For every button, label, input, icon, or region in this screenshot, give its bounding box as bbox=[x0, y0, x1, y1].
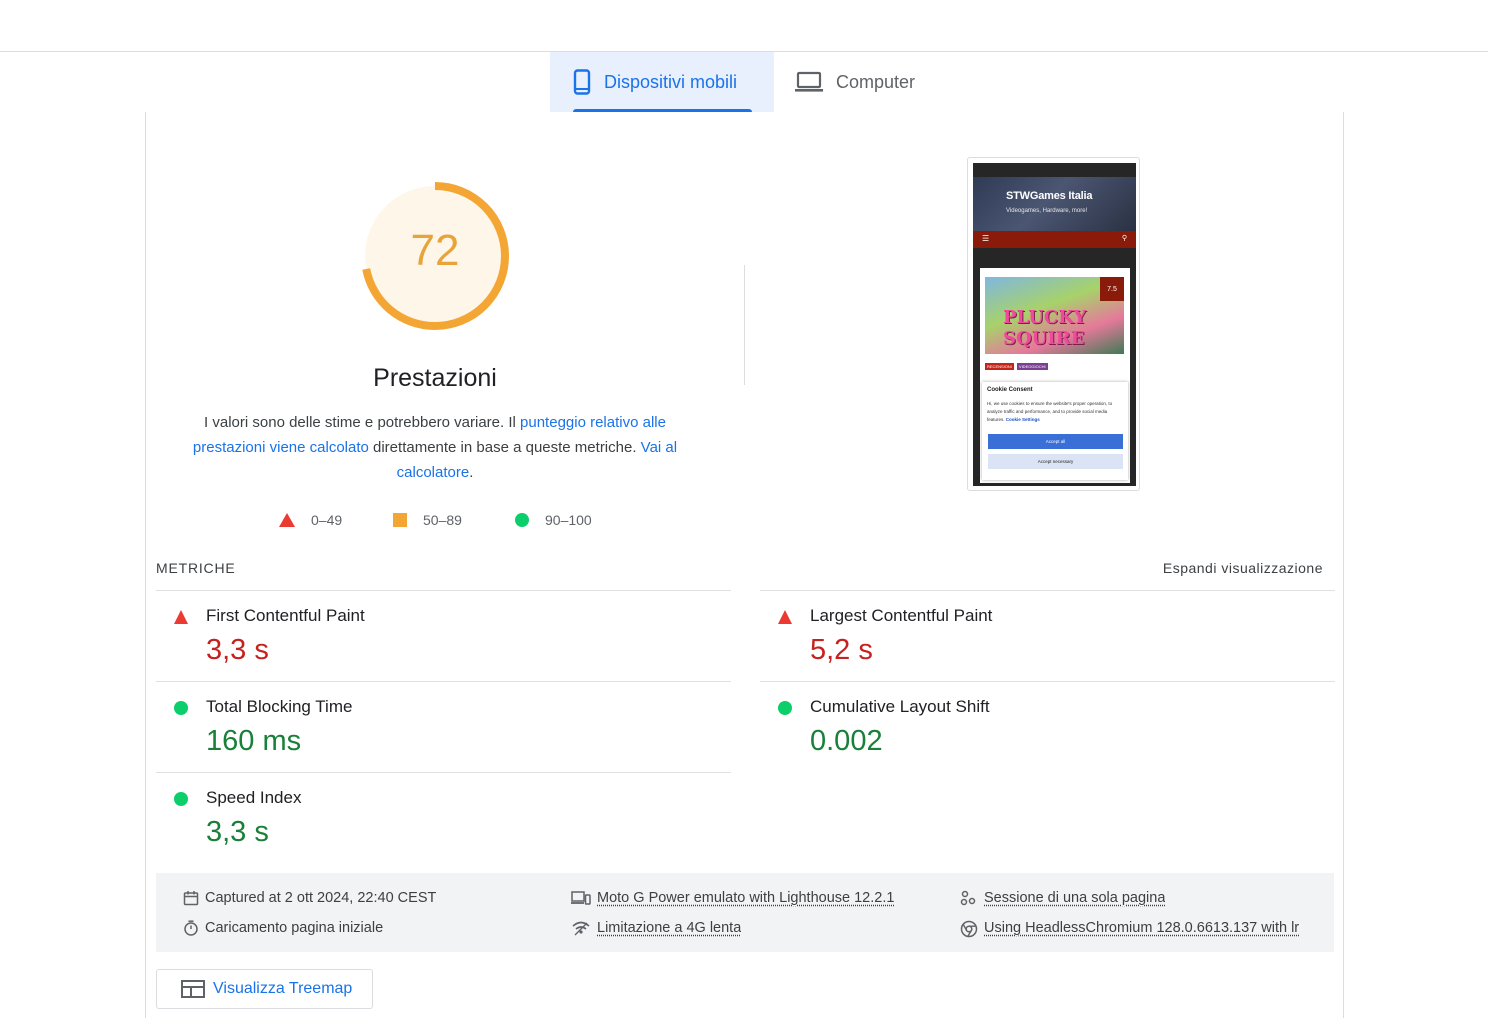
screenshot-article-image: PLUCKY SQUIRE 7.5 bbox=[985, 277, 1124, 354]
emulated-device-info[interactable]: Moto G Power emulato with Lighthouse 12.… bbox=[571, 888, 894, 908]
tag-videogames: VIDEOGIOCHI bbox=[1016, 363, 1048, 370]
page-load-info: Caricamento pagina iniziale bbox=[183, 918, 383, 938]
metric-first-contentful-paint: First Contentful Paint 3,3 s bbox=[156, 590, 731, 681]
desc-text-2: direttamente in base a queste metriche. bbox=[368, 439, 641, 456]
legend-good-range: 90–100 bbox=[545, 512, 592, 528]
metric-speed-index: Speed Index 3,3 s bbox=[156, 772, 731, 863]
legend-poor: 0–49 bbox=[279, 510, 342, 530]
captured-info: Captured at 2 ott 2024, 22:40 CEST bbox=[183, 888, 436, 908]
browser-text: Using HeadlessChromium 128.0.6613.137 wi… bbox=[984, 920, 1300, 936]
metric-value: 160 ms bbox=[206, 725, 302, 757]
desc-text-1: I valori sono delle stime e potrebbero v… bbox=[204, 414, 521, 431]
tab-desktop[interactable]: Computer bbox=[774, 52, 934, 112]
emulated-device-text: Moto G Power emulato with Lighthouse 12.… bbox=[597, 890, 895, 906]
expand-view-toggle[interactable]: Espandi visualizzazione bbox=[1163, 560, 1323, 576]
cookie-consent-dialog: Cookie Consent Hi, we use cookies to ens… bbox=[982, 382, 1128, 480]
tab-mobile-label: Dispositivi mobili bbox=[604, 71, 738, 92]
session-icon bbox=[960, 890, 978, 906]
screenshot-site-subtitle: Videogames, Hardware, more! bbox=[1006, 208, 1088, 214]
tab-mobile[interactable]: Dispositivi mobili bbox=[550, 52, 774, 112]
circle-icon bbox=[174, 792, 188, 806]
screenshot-site-title: STWGames Italia bbox=[1006, 190, 1093, 202]
chrome-icon bbox=[960, 920, 978, 938]
network-throttling-info[interactable]: Limitazione a 4G lenta bbox=[571, 918, 741, 938]
cookie-settings-link: Cookie Settings bbox=[1005, 417, 1040, 422]
hamburger-menu-icon: ☰ bbox=[982, 234, 990, 243]
legend-average-range: 50–89 bbox=[423, 512, 462, 528]
metric-total-blocking-time: Total Blocking Time 160 ms bbox=[156, 681, 731, 772]
signal-icon bbox=[571, 920, 591, 936]
triangle-icon bbox=[778, 610, 792, 624]
single-page-session-text: Sessione di una sola pagina bbox=[984, 890, 1166, 906]
device-tabs: Dispositivi mobili Computer bbox=[550, 52, 934, 112]
square-icon bbox=[393, 513, 407, 527]
tag-reviews: RECENSIONI bbox=[985, 363, 1014, 370]
vertical-divider bbox=[744, 265, 745, 385]
game-logo: PLUCKY SQUIRE bbox=[1003, 307, 1087, 349]
final-screenshot: STWGames Italia Videogames, Hardware, mo… bbox=[973, 163, 1136, 486]
calendar-icon bbox=[183, 890, 199, 906]
browser-info[interactable]: Using HeadlessChromium 128.0.6613.137 wi… bbox=[960, 918, 1320, 938]
desc-text-3: . bbox=[469, 464, 474, 481]
cookie-text: Hi, we use cookies to ensure the website… bbox=[987, 400, 1123, 424]
legend-good: 90–100 bbox=[515, 510, 592, 530]
metric-name: Largest Contentful Paint bbox=[810, 606, 993, 625]
screenshot-tags: RECENSIONI VIDEOGIOCHI bbox=[985, 363, 1048, 370]
review-score-badge: 7.5 bbox=[1100, 277, 1124, 301]
view-treemap-button[interactable]: Visualizza Treemap bbox=[156, 969, 373, 1009]
metric-value: 5,2 s bbox=[810, 634, 873, 666]
metric-largest-contentful-paint: Largest Contentful Paint 5,2 s bbox=[760, 590, 1335, 681]
metric-value: 0.002 bbox=[810, 725, 883, 757]
metric-name: Speed Index bbox=[206, 788, 302, 807]
circle-icon bbox=[778, 701, 792, 715]
metrics-heading: METRICHE bbox=[156, 560, 236, 576]
circle-icon bbox=[174, 701, 188, 715]
triangle-icon bbox=[279, 513, 295, 527]
single-page-session-info[interactable]: Sessione di una sola pagina bbox=[960, 888, 1165, 908]
metric-cumulative-layout-shift: Cumulative Layout Shift 0.002 bbox=[760, 681, 1335, 772]
performance-description: I valori sono delle stime e potrebbero v… bbox=[185, 410, 685, 485]
metric-name: Cumulative Layout Shift bbox=[810, 697, 990, 716]
captured-text: Captured at 2 ott 2024, 22:40 CEST bbox=[205, 890, 437, 906]
metric-value: 3,3 s bbox=[206, 634, 269, 666]
metric-value: 3,3 s bbox=[206, 816, 269, 848]
network-throttling-text: Limitazione a 4G lenta bbox=[597, 920, 742, 936]
tab-desktop-label: Computer bbox=[836, 71, 916, 92]
metric-name: First Contentful Paint bbox=[206, 606, 365, 625]
devices-icon bbox=[571, 890, 591, 906]
top-bar bbox=[0, 0, 1488, 52]
page-load-text: Caricamento pagina iniziale bbox=[205, 920, 384, 936]
accept-all-button: Accept all bbox=[988, 434, 1123, 449]
triangle-icon bbox=[174, 610, 188, 624]
performance-score: 72 bbox=[410, 226, 460, 275]
screenshot-nav-bar: ☰ ⚲ bbox=[973, 231, 1136, 248]
metric-name: Total Blocking Time bbox=[206, 697, 353, 716]
legend-average: 50–89 bbox=[393, 510, 462, 530]
screenshot-header-image bbox=[973, 177, 1136, 231]
screenshot-article-card: PLUCKY SQUIRE 7.5 RECENSIONI VIDEOGIOCHI… bbox=[980, 268, 1130, 483]
legend-poor-range: 0–49 bbox=[311, 512, 343, 528]
search-icon: ⚲ bbox=[1121, 235, 1127, 242]
accept-necessary-button: Accept necessary bbox=[988, 454, 1123, 469]
smartphone-icon bbox=[573, 69, 591, 95]
view-treemap-label: Visualizza Treemap bbox=[213, 980, 353, 997]
cookie-title: Cookie Consent bbox=[987, 387, 1033, 393]
treemap-icon bbox=[181, 980, 205, 998]
circle-icon bbox=[515, 513, 529, 527]
performance-title: Prestazioni bbox=[373, 364, 497, 392]
runtime-settings-bar bbox=[156, 873, 1334, 952]
laptop-icon bbox=[795, 71, 823, 93]
timer-icon bbox=[183, 920, 199, 936]
